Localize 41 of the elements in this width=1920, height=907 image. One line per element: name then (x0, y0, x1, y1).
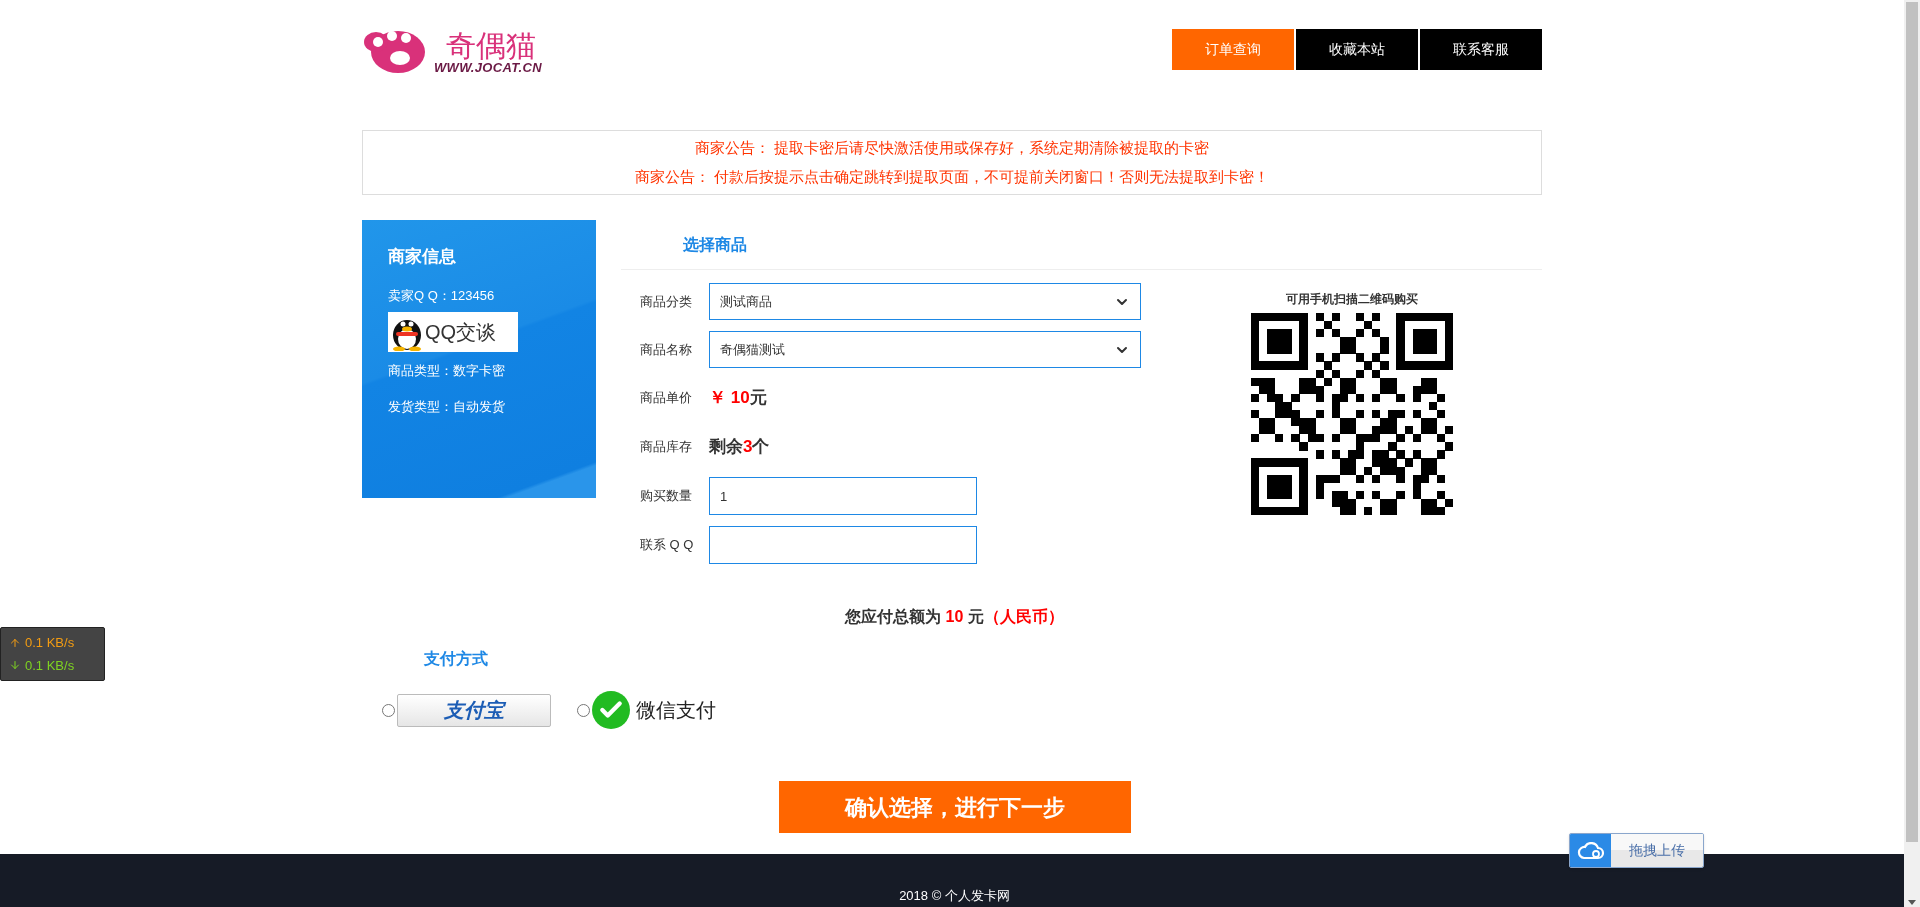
logo-url: WWW.JOCAT.CN (434, 61, 542, 74)
payment-title: 支付方式 (424, 649, 488, 669)
field-label: 商品名称 (640, 340, 693, 359)
footer-text: 2018 © 个人发卡网 (899, 886, 1010, 905)
field-label: 购买数量 (640, 487, 693, 506)
scroll-down-arrow-icon[interactable] (1908, 900, 1916, 905)
stock-value: 剩余3个 (709, 436, 770, 459)
total-amount: 您应付总额为 10 元（人民币） (845, 607, 1064, 627)
cloud-upload-icon (1576, 841, 1605, 860)
notice-text: 商家公告： 付款后按提示点击确定跳转到提取页面，不可提前关闭窗口！否则无法提取到卡密！ (634, 167, 1270, 187)
section-title: 选择商品 (683, 234, 747, 255)
field-label: 商品分类 (640, 292, 693, 311)
upload-speed: 0.1 KB/s (25, 634, 75, 652)
chat-check-icon (592, 691, 630, 729)
drag-upload-button[interactable]: 拖拽上传 (1569, 833, 1704, 868)
arrow-down-icon (9, 659, 21, 672)
logo-title: 奇偶猫 (445, 31, 537, 61)
radio-button[interactable] (382, 703, 395, 717)
payment-label: 微信支付 (636, 698, 716, 723)
notice-text: 商家公告： 提取卡密后请尽快激活使用或保存好，系统定期清除被提取的卡密 (694, 138, 1210, 158)
qr-caption: 可用手机扫描二维码购买 (1285, 291, 1418, 308)
field-label: 商品库存 (640, 438, 693, 457)
qq-chat-button[interactable]: QQ交谈 (388, 312, 518, 352)
field-label: 商品单价 (640, 389, 693, 408)
price-value: ￥ 10元 (709, 387, 767, 410)
nav-button[interactable]: 收藏本站 (1296, 29, 1418, 70)
product-type: 商品类型：数字卡密 (388, 362, 506, 380)
alipay-button[interactable]: 支付宝 (397, 693, 551, 727)
download-speed: 0.1 KB/s (25, 656, 75, 675)
delivery-type: 发货类型：自动发货 (388, 397, 506, 416)
input-field[interactable]: 1 (709, 477, 977, 515)
select-field[interactable]: 测试商品 (709, 283, 1141, 320)
radio-button[interactable] (577, 703, 590, 717)
nav-button[interactable]: 联系客服 (1420, 29, 1542, 70)
field-label: 联系 Q Q (640, 536, 694, 555)
merchant-title: 商家信息 (388, 246, 457, 268)
arrow-up-icon (9, 636, 21, 649)
select-field[interactable]: 奇偶猫测试 (709, 331, 1141, 368)
input-field[interactable] (709, 526, 977, 564)
scrollbar[interactable] (1904, 0, 1920, 907)
seller-qq: 卖家Q Q：123456 (388, 286, 496, 305)
